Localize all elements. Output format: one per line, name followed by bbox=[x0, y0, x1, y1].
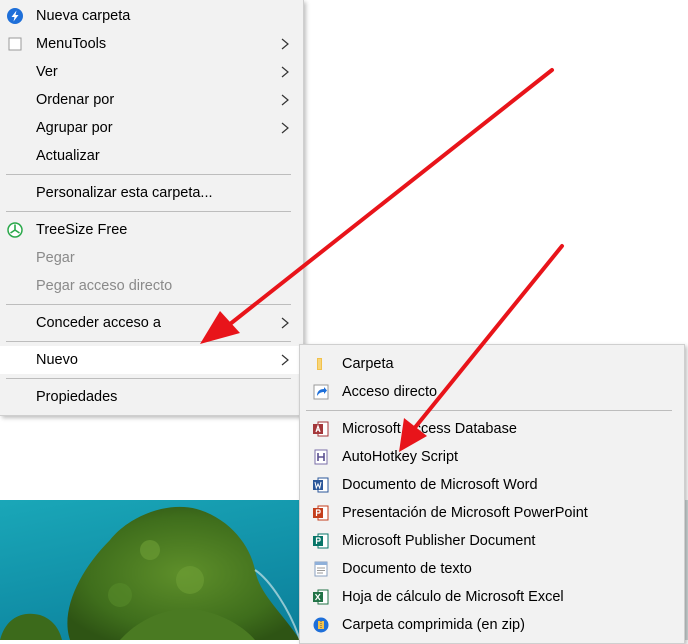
submenu-item-label: Acceso directo bbox=[342, 384, 438, 400]
menu-separator bbox=[6, 211, 291, 212]
submenu-item-label: AutoHotkey Script bbox=[342, 449, 459, 465]
menu-item-label: Ver bbox=[36, 64, 58, 80]
menu-item-refresh[interactable]: Actualizar bbox=[0, 142, 303, 170]
menu-item-label: TreeSize Free bbox=[36, 222, 128, 238]
menu-separator bbox=[6, 378, 291, 379]
excel-icon bbox=[313, 589, 329, 605]
menu-item-new[interactable]: Nuevo bbox=[0, 346, 303, 374]
menu-item-treesize[interactable]: TreeSize Free bbox=[0, 216, 303, 244]
menu-item-sort-by[interactable]: Ordenar por bbox=[0, 86, 303, 114]
submenu-separator bbox=[306, 410, 672, 411]
zip-folder-icon bbox=[313, 617, 329, 633]
submenu-item-label: Documento de Microsoft Word bbox=[342, 477, 538, 493]
publisher-icon bbox=[313, 533, 329, 549]
powerpoint-icon bbox=[313, 505, 329, 521]
access-icon bbox=[313, 421, 329, 437]
menu-item-label: Agrupar por bbox=[36, 120, 113, 136]
submenu-item-access-db[interactable]: Microsoft Access Database bbox=[300, 415, 684, 443]
submenu-item-label: Presentación de Microsoft PowerPoint bbox=[342, 505, 588, 521]
submenu-item-label: Carpeta comprimida (en zip) bbox=[342, 617, 525, 633]
autohotkey-icon bbox=[313, 449, 329, 465]
submenu-item-text-doc[interactable]: Documento de texto bbox=[300, 555, 684, 583]
submenu-item-label: Carpeta bbox=[342, 356, 394, 372]
menu-item-label: Nuevo bbox=[36, 352, 78, 368]
submenu-item-label: Documento de texto bbox=[342, 561, 472, 577]
menu-item-label: MenuTools bbox=[36, 36, 107, 52]
submenu-item-autohotkey[interactable]: AutoHotkey Script bbox=[300, 443, 684, 471]
word-icon bbox=[313, 477, 329, 493]
lightning-bolt-icon bbox=[7, 8, 23, 24]
menu-item-label: Conceder acceso a bbox=[36, 315, 161, 331]
menu-item-paste-shortcut: Pegar acceso directo bbox=[0, 272, 303, 300]
menu-item-label: Actualizar bbox=[36, 148, 100, 164]
menu-separator bbox=[6, 304, 291, 305]
text-document-icon bbox=[313, 561, 329, 577]
submenu-item-label: Hoja de cálculo de Microsoft Excel bbox=[342, 589, 564, 605]
submenu-item-word-doc[interactable]: Documento de Microsoft Word bbox=[300, 471, 684, 499]
chevron-right-icon bbox=[281, 354, 289, 366]
menu-item-view[interactable]: Ver bbox=[0, 58, 303, 86]
chevron-right-icon bbox=[281, 94, 289, 106]
shortcut-arrow-icon bbox=[313, 384, 329, 400]
menu-item-customize-folder[interactable]: Personalizar esta carpeta... bbox=[0, 179, 303, 207]
submenu-item-label: Microsoft Publisher Document bbox=[342, 533, 536, 549]
chevron-right-icon bbox=[281, 122, 289, 134]
chevron-right-icon bbox=[281, 66, 289, 78]
menu-item-label: Pegar acceso directo bbox=[36, 278, 173, 294]
menu-item-label: Personalizar esta carpeta... bbox=[36, 185, 213, 201]
submenu-item-excel[interactable]: Hoja de cálculo de Microsoft Excel bbox=[300, 583, 684, 611]
menu-item-new-folder[interactable]: Nueva carpeta bbox=[0, 2, 303, 30]
menu-item-paste: Pegar bbox=[0, 244, 303, 272]
menu-item-properties[interactable]: Propiedades bbox=[0, 383, 303, 411]
square-icon bbox=[7, 36, 23, 52]
chevron-right-icon bbox=[281, 38, 289, 50]
menu-item-label: Ordenar por bbox=[36, 92, 115, 108]
chevron-right-icon bbox=[281, 317, 289, 329]
menu-separator bbox=[6, 341, 291, 342]
menu-item-label: Nueva carpeta bbox=[36, 8, 131, 24]
menu-item-menutools[interactable]: MenuTools bbox=[0, 30, 303, 58]
menu-item-label: Propiedades bbox=[36, 389, 118, 405]
submenu-item-publisher[interactable]: Microsoft Publisher Document bbox=[300, 527, 684, 555]
treesize-icon bbox=[7, 222, 23, 238]
menu-item-label: Pegar bbox=[36, 250, 75, 266]
menu-separator bbox=[6, 174, 291, 175]
folder-icon bbox=[313, 356, 329, 372]
submenu-item-label: Microsoft Access Database bbox=[342, 421, 517, 437]
menu-item-give-access[interactable]: Conceder acceso a bbox=[0, 309, 303, 337]
submenu-item-folder[interactable]: Carpeta bbox=[300, 350, 684, 378]
submenu-item-powerpoint[interactable]: Presentación de Microsoft PowerPoint bbox=[300, 499, 684, 527]
submenu-item-shortcut[interactable]: Acceso directo bbox=[300, 378, 684, 406]
new-submenu: Carpeta Acceso directo Microsoft Access … bbox=[299, 344, 685, 644]
menu-item-group-by[interactable]: Agrupar por bbox=[0, 114, 303, 142]
context-menu: Nueva carpeta MenuTools Ver Ordenar por … bbox=[0, 0, 304, 416]
submenu-item-zip-folder[interactable]: Carpeta comprimida (en zip) bbox=[300, 611, 684, 639]
